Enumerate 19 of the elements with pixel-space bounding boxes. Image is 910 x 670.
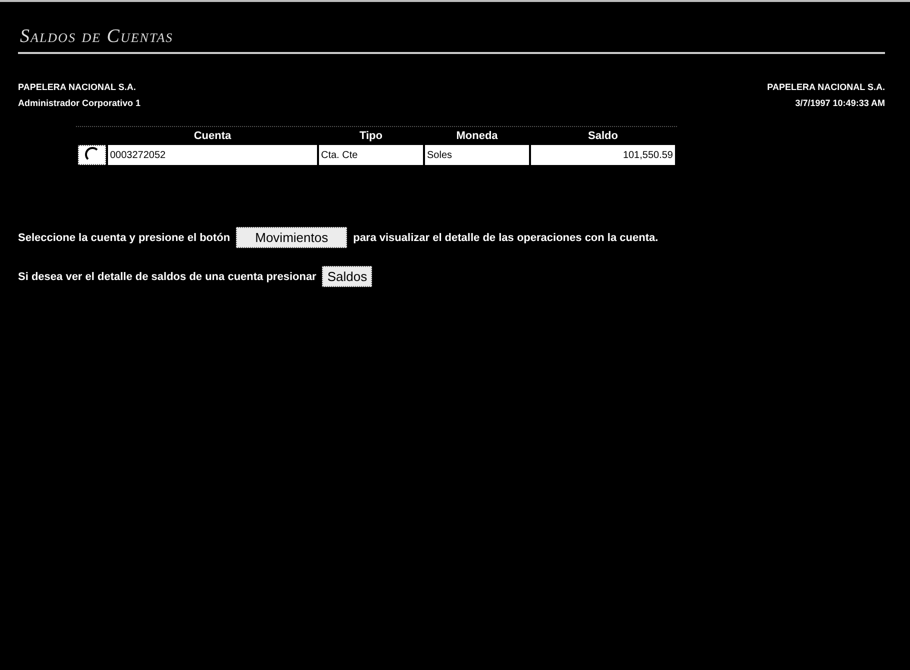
column-header: Tipo xyxy=(358,129,384,143)
column-header: Saldo xyxy=(587,129,619,143)
table-cell: Cta. Cte xyxy=(319,145,423,165)
header-text: PAPELERA NACIONAL S.A. xyxy=(18,82,136,92)
header-text: Administrador Corporativo 1 xyxy=(18,98,141,108)
instruction-text: Seleccione la cuenta y presione el botón xyxy=(18,232,230,244)
table-cell: Soles xyxy=(425,145,529,165)
table-cell: 101,550.59 xyxy=(531,145,675,165)
action-button[interactable]: Movimientos xyxy=(236,227,348,248)
instruction-text: para visualizar el detalle de las operaciones con la cuenta. xyxy=(353,232,658,244)
instruction-text: Si desea ver el detalle de saldos de una cuenta presionar xyxy=(18,270,316,282)
action-button[interactable]: Saldos xyxy=(322,266,372,287)
table-cell: 0003272052 xyxy=(108,145,317,165)
column-header: Cuenta xyxy=(192,129,232,143)
radio-button[interactable] xyxy=(84,147,100,162)
header-text: PAPELERA NACIONAL S.A. xyxy=(767,82,885,92)
column-header: Moneda xyxy=(455,129,499,143)
header-text: 3/7/1997 10:49:33 AM xyxy=(795,98,885,108)
page-title: Saldos de Cuentas xyxy=(18,12,885,54)
